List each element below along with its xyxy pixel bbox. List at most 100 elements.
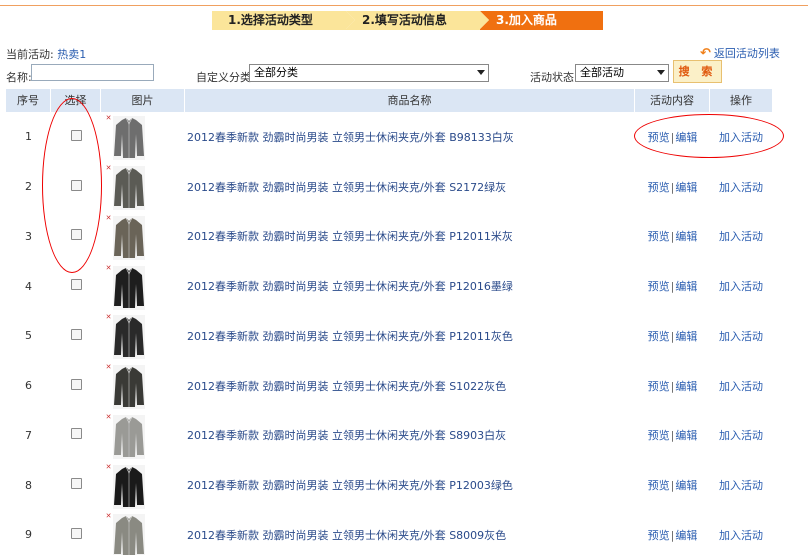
annotation-circle-checkboxes: [42, 98, 102, 273]
row-index: 3: [25, 229, 32, 243]
name-input[interactable]: [31, 64, 154, 81]
jacket-thumbnail[interactable]: [113, 315, 145, 360]
row-checkbox[interactable]: [70, 279, 82, 291]
row-product-name[interactable]: 2012春季新款 劲霸时尚男装 立领男士休闲夹克/外套 S2172绿灰: [185, 179, 635, 195]
row-checkbox[interactable]: [70, 328, 82, 340]
row-product-name[interactable]: 2012春季新款 劲霸时尚男装 立领男士休闲夹克/外套 S8903白灰: [185, 427, 635, 443]
edit-link[interactable]: 编辑: [675, 181, 697, 194]
add-to-activity-link[interactable]: 加入活动: [719, 330, 763, 343]
product-table: 序号 选择 图片 商品名称 活动内容 操作 1 ✕ 2012春季新款 劲霸时尚男装 …: [6, 89, 772, 555]
edit-link[interactable]: 编辑: [675, 479, 697, 492]
edit-link[interactable]: 编辑: [675, 429, 697, 442]
row-activity-content: 预览|编辑: [635, 328, 710, 344]
row-image-cell: ✕: [101, 212, 185, 261]
row-operation: 加入活动: [710, 527, 772, 543]
brand-mark-icon: ✕: [105, 512, 112, 521]
add-to-activity-link[interactable]: 加入活动: [719, 230, 763, 243]
jacket-thumbnail[interactable]: [113, 166, 145, 211]
preview-link[interactable]: 预览: [648, 380, 670, 393]
link-separator: |: [670, 180, 675, 194]
row-checkbox[interactable]: [70, 378, 82, 390]
row-operation: 加入活动: [710, 477, 772, 493]
jacket-thumbnail[interactable]: [113, 365, 145, 410]
link-separator: |: [670, 329, 675, 343]
edit-link[interactable]: 编辑: [675, 280, 697, 293]
row-operation: 加入活动: [710, 278, 772, 294]
brand-mark-icon: ✕: [105, 263, 112, 272]
brand-mark-icon: ✕: [105, 164, 112, 173]
row-image-cell: ✕: [101, 461, 185, 510]
row-select-cell: [51, 428, 101, 442]
row-image-cell: ✕: [101, 510, 185, 555]
row-index: 5: [25, 329, 32, 343]
jacket-thumbnail[interactable]: [113, 265, 145, 310]
preview-link[interactable]: 预览: [648, 280, 670, 293]
jacket-thumbnail[interactable]: [113, 116, 145, 161]
row-product-name[interactable]: 2012春季新款 劲霸时尚男装 立领男士休闲夹克/外套 P12016墨绿: [185, 278, 635, 294]
row-checkbox[interactable]: [70, 527, 82, 539]
row-select-cell: [51, 378, 101, 393]
step-2: 2.填写活动信息: [346, 11, 489, 30]
row-image-cell: ✕: [101, 112, 185, 161]
preview-link[interactable]: 预览: [648, 230, 670, 243]
header-product-name: 商品名称: [185, 89, 635, 112]
row-product-name[interactable]: 2012春季新款 劲霸时尚男装 立领男士休闲夹克/外套 S1022灰色: [185, 378, 635, 394]
jacket-thumbnail[interactable]: [113, 464, 145, 509]
row-product-name[interactable]: 2012春季新款 劲霸时尚男装 立领男士休闲夹克/外套 P12011灰色: [185, 328, 635, 344]
step-progress: 1.选择活动类型 2.填写活动信息 3.加入商品: [212, 11, 603, 30]
step-3-active: 3.加入商品: [480, 11, 603, 30]
row-checkbox[interactable]: [70, 428, 82, 440]
step-1: 1.选择活动类型: [212, 11, 355, 30]
preview-link[interactable]: 预览: [648, 181, 670, 194]
add-to-activity-link[interactable]: 加入活动: [719, 280, 763, 293]
current-activity-link[interactable]: 热卖1: [57, 48, 86, 61]
link-separator: |: [670, 528, 675, 542]
brand-mark-icon: ✕: [105, 462, 112, 471]
row-image-cell: ✕: [101, 361, 185, 410]
row-operation: 加入活动: [710, 328, 772, 344]
chevron-down-icon: [477, 70, 485, 75]
row-select-cell: [51, 478, 101, 492]
row-product-name[interactable]: 2012春季新款 劲霸时尚男装 立领男士休闲夹克/外套 S8009灰色: [185, 527, 635, 543]
row-activity-content: 预览|编辑: [635, 278, 710, 294]
row-product-name[interactable]: 2012春季新款 劲霸时尚男装 立领男士休闲夹克/外套 B98133白灰: [185, 129, 635, 145]
row-image-cell: ✕: [101, 311, 185, 360]
add-to-activity-link[interactable]: 加入活动: [719, 380, 763, 393]
row-operation: 加入活动: [710, 179, 772, 195]
jacket-thumbnail[interactable]: [113, 514, 145, 555]
row-product-name[interactable]: 2012春季新款 劲霸时尚男装 立领男士休闲夹克/外套 P12003绿色: [185, 477, 635, 493]
row-select-cell: [51, 328, 101, 343]
preview-link[interactable]: 预览: [648, 529, 670, 542]
edit-link[interactable]: 编辑: [675, 380, 697, 393]
category-select[interactable]: 全部分类: [249, 64, 489, 82]
edit-link[interactable]: 编辑: [675, 330, 697, 343]
preview-link[interactable]: 预览: [648, 429, 670, 442]
link-separator: |: [670, 429, 675, 443]
status-select[interactable]: 全部活动: [575, 64, 669, 82]
preview-link[interactable]: 预览: [648, 330, 670, 343]
preview-link[interactable]: 预览: [648, 479, 670, 492]
search-button[interactable]: 搜 索: [673, 60, 722, 83]
add-to-activity-link[interactable]: 加入活动: [719, 479, 763, 492]
add-to-activity-link[interactable]: 加入活动: [719, 181, 763, 194]
row-index: 7: [25, 428, 32, 442]
row-product-name[interactable]: 2012春季新款 劲霸时尚男装 立领男士休闲夹克/外套 P12011米灰: [185, 228, 635, 244]
link-separator: |: [670, 379, 675, 393]
current-activity: 当前活动: 热卖1: [6, 46, 86, 62]
add-to-activity-link[interactable]: 加入活动: [719, 429, 763, 442]
link-separator: |: [670, 280, 675, 294]
link-separator: |: [670, 230, 675, 244]
table-row: 6 ✕ 2012春季新款 劲霸时尚男装 立领男士休闲夹克/外套 S1022灰色 预览|…: [6, 361, 772, 411]
back-to-list-link[interactable]: ↶ 返回活动列表: [700, 45, 780, 61]
add-to-activity-link[interactable]: 加入活动: [719, 529, 763, 542]
jacket-thumbnail[interactable]: [113, 414, 145, 459]
jacket-thumbnail[interactable]: [113, 215, 145, 260]
row-index: 9: [25, 528, 32, 542]
row-checkbox[interactable]: [70, 478, 82, 490]
header-activity-content: 活动内容: [635, 89, 710, 112]
brand-mark-icon: ✕: [105, 363, 112, 372]
header-index: 序号: [6, 89, 51, 112]
edit-link[interactable]: 编辑: [675, 230, 697, 243]
row-select-cell: [51, 527, 101, 542]
edit-link[interactable]: 编辑: [675, 529, 697, 542]
